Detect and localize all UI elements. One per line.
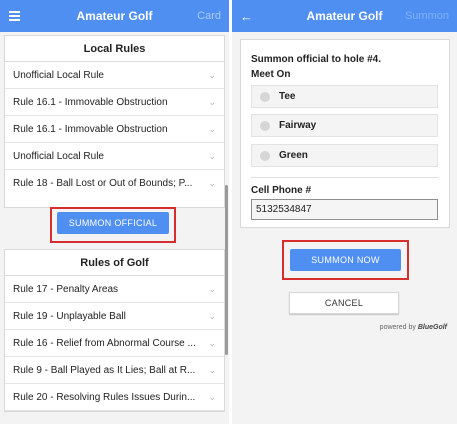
chevron-down-icon: ⌄ [208, 150, 216, 161]
local-rules-heading: Local Rules [5, 36, 224, 62]
list-item[interactable]: Rule 19 - Unplayable Ball ⌄ [5, 303, 224, 330]
option-label: Tee [279, 91, 296, 102]
list-item-label: Rule 20 - Resolving Rules Issues Durin..… [13, 391, 196, 403]
rules-of-golf-section: Rules of Golf Rule 17 - Penalty Areas ⌄ R… [4, 249, 225, 412]
list-item-label: Rule 18 - Ball Lost or Out of Bounds; P.… [13, 178, 193, 189]
chevron-down-icon: ⌄ [208, 96, 216, 107]
list-item[interactable]: Rule 16.1 - Immovable Obstruction ⌄ [5, 116, 224, 143]
option-green[interactable]: Green [251, 144, 438, 167]
chevron-down-icon: ⌄ [208, 337, 216, 348]
chevron-down-icon: ⌄ [208, 123, 216, 134]
chevron-down-icon: ⌄ [208, 283, 216, 294]
list-item[interactable]: Rule 20 - Resolving Rules Issues Durin..… [5, 384, 224, 411]
chevron-down-icon: ⌄ [208, 178, 216, 188]
summon-official-button[interactable]: SUMMON OFFICIAL [57, 212, 169, 234]
list-item[interactable]: Rule 16 - Relief from Abnormal Course ..… [5, 330, 224, 357]
option-fairway[interactable]: Fairway [251, 114, 438, 137]
list-item-label: Rule 9 - Ball Played as It Lies; Ball at… [13, 364, 196, 376]
chevron-down-icon: ⌄ [208, 364, 216, 375]
list-item[interactable]: Unofficial Local Rule ⌄ [5, 62, 224, 89]
chevron-down-icon: ⌄ [208, 391, 216, 402]
radio-icon [260, 91, 270, 102]
list-item-label: Rule 19 - Unplayable Ball [13, 310, 126, 322]
list-item[interactable]: Unofficial Local Rule ⌄ [5, 143, 224, 170]
option-tee[interactable]: Tee [251, 85, 438, 108]
chevron-down-icon: ⌄ [208, 310, 216, 321]
rules-of-golf-heading: Rules of Golf [5, 250, 224, 276]
list-item-label: Unofficial Local Rule [13, 69, 104, 81]
list-item-label: Rule 16.1 - Immovable Obstruction [13, 96, 168, 108]
option-label: Green [279, 150, 308, 161]
list-item[interactable]: Rule 16.1 - Immovable Obstruction ⌄ [5, 89, 224, 116]
powered-by-prefix: powered by [379, 324, 416, 331]
list-item[interactable]: Rule 17 - Penalty Areas ⌄ [5, 276, 224, 303]
powered-by-label: powered by BlueGolf [380, 324, 447, 331]
radio-icon [260, 150, 270, 161]
summon-official-screen: ← Amateur Golf Summon Summon official to… [232, 0, 457, 424]
list-item[interactable]: Rule 18 - Ball Lost or Out of Bounds; P.… [5, 170, 224, 197]
summon-link[interactable]: Summon [405, 10, 449, 22]
summon-highlight-box: SUMMON OFFICIAL [50, 207, 176, 243]
list-item-label: Rule 17 - Penalty Areas [13, 283, 119, 295]
top-bar: Amateur Golf Card [0, 0, 229, 32]
card-link[interactable]: Card [197, 10, 221, 22]
cell-phone-label: Cell Phone # [251, 185, 312, 196]
list-item[interactable]: Rule 9 - Ball Played as It Lies; Ball at… [5, 357, 224, 384]
chevron-down-icon: ⌄ [208, 69, 216, 80]
local-rules-section: Local Rules Unofficial Local Rule ⌄ Rule … [4, 35, 225, 208]
top-bar: ← Amateur Golf Summon [232, 0, 457, 32]
phone-input[interactable]: 5132534847 [251, 199, 438, 220]
meet-on-label: Meet On [251, 69, 291, 80]
radio-icon [260, 120, 270, 131]
option-label: Fairway [279, 120, 317, 131]
summon-form: Summon official to hole #4. Meet On Tee … [240, 39, 450, 228]
list-item-label: Unofficial Local Rule [13, 150, 104, 162]
summon-now-button[interactable]: SUMMON NOW [290, 249, 401, 271]
cancel-button[interactable]: CANCEL [289, 292, 399, 314]
list-item-label: Rule 16.1 - Immovable Obstruction [13, 123, 168, 135]
scrollbar[interactable] [225, 185, 228, 355]
bluegolf-brand: BlueGolf [417, 324, 447, 331]
divider-line [251, 177, 439, 178]
app-title: Amateur Golf [76, 9, 153, 23]
section-spacer [5, 197, 224, 207]
summon-prompt: Summon official to hole #4. [251, 54, 382, 65]
local-rules-screen: Amateur Golf Card Local Rules Unofficial… [0, 0, 229, 424]
list-item-label: Rule 16 - Relief from Abnormal Course ..… [13, 337, 196, 349]
summon-now-highlight-box: SUMMON NOW [282, 240, 409, 280]
